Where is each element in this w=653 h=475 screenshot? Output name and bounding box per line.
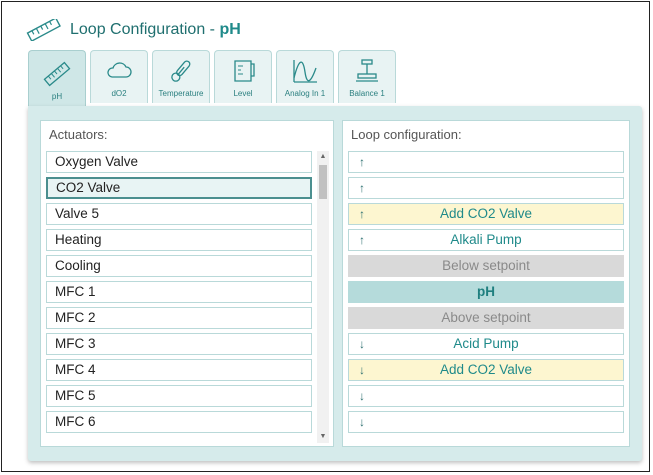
below-setpoint-separator: Below setpoint bbox=[348, 255, 624, 277]
ruler-icon bbox=[26, 19, 61, 41]
loop-variable-label: pH bbox=[348, 281, 624, 303]
down-arrow-icon: ↓ bbox=[359, 337, 365, 351]
slot-label: Add CO2 Valve bbox=[439, 206, 533, 221]
slot-below-1[interactable]: ↓ Acid Pump bbox=[348, 333, 624, 355]
tab-ph[interactable]: pH bbox=[28, 50, 86, 106]
loop-slots: ↑ ↑ ↑ Add CO2 Valve ↑ Alkali Pump Below se… bbox=[348, 151, 624, 437]
actuator-item[interactable]: MFC 5 bbox=[46, 385, 312, 407]
actuators-box: Actuators: Oxygen Valve CO2 Valve Valve … bbox=[40, 120, 334, 447]
scrollbar-thumb[interactable] bbox=[319, 165, 327, 199]
slot-above-2[interactable]: ↑ bbox=[348, 177, 624, 199]
actuator-item[interactable]: MFC 3 bbox=[46, 333, 312, 355]
actuator-item-selected[interactable]: CO2 Valve bbox=[46, 177, 312, 199]
cloud-icon bbox=[107, 62, 132, 78]
actuator-item[interactable]: MFC 4 bbox=[46, 359, 312, 381]
up-arrow-icon: ↑ bbox=[359, 207, 365, 221]
up-arrow-icon: ↑ bbox=[359, 233, 365, 247]
up-arrow-icon: ↑ bbox=[359, 181, 365, 195]
scroll-down-arrow-icon[interactable]: ▼ bbox=[317, 431, 329, 443]
tab-analog-in-1[interactable]: Analog In 1 bbox=[276, 50, 334, 103]
actuator-item[interactable]: Valve 5 bbox=[46, 203, 312, 225]
waveform-icon bbox=[293, 60, 317, 83]
actuators-list: Oxygen Valve CO2 Valve Valve 5 Heating C… bbox=[46, 151, 312, 437]
loop-configuration-box: Loop configuration: ↑ ↑ ↑ Add CO2 Valve ↑… bbox=[342, 120, 630, 447]
up-arrow-icon: ↑ bbox=[359, 155, 365, 169]
window-header: Loop Configuration - pH bbox=[26, 18, 241, 42]
tab-ph-label: pH bbox=[51, 92, 63, 101]
tab-balance-1-label: Balance 1 bbox=[349, 89, 385, 98]
down-arrow-icon: ↓ bbox=[359, 363, 365, 377]
actuator-item[interactable]: Cooling bbox=[46, 255, 312, 277]
actuator-item[interactable]: MFC 2 bbox=[46, 307, 312, 329]
tab-content-panel: Actuators: Oxygen Valve CO2 Valve Valve … bbox=[28, 106, 642, 461]
slot-label: Acid Pump bbox=[453, 336, 519, 351]
actuator-item[interactable]: Heating bbox=[46, 229, 312, 251]
thermometer-icon bbox=[171, 60, 191, 82]
slot-below-4[interactable]: ↓ bbox=[348, 411, 624, 433]
title-loop-name: pH bbox=[219, 21, 241, 38]
tab-do2-label: dO2 bbox=[111, 89, 127, 98]
tab-balance-1[interactable]: Balance 1 bbox=[338, 50, 396, 103]
loop-configuration-window: Loop Configuration - pH pH dO2 Temperatu… bbox=[1, 1, 650, 472]
tab-level[interactable]: Level bbox=[214, 50, 272, 103]
slot-label: Add CO2 Valve bbox=[439, 362, 533, 377]
loop-tabs: pH dO2 Temperature Level Analog In 1 Bal… bbox=[28, 50, 396, 106]
title-prefix: Loop Configuration - bbox=[70, 21, 220, 38]
actuators-title: Actuators: bbox=[49, 127, 108, 142]
tab-do2[interactable]: dO2 bbox=[90, 50, 148, 103]
slot-above-1[interactable]: ↑ bbox=[348, 151, 624, 173]
slot-below-3[interactable]: ↓ bbox=[348, 385, 624, 407]
actuator-item[interactable]: Oxygen Valve bbox=[46, 151, 312, 173]
slot-label: Alkali Pump bbox=[450, 232, 522, 247]
above-setpoint-separator: Above setpoint bbox=[348, 307, 624, 329]
tab-level-label: Level bbox=[233, 89, 253, 98]
slot-above-3[interactable]: ↑ Add CO2 Valve bbox=[348, 203, 624, 225]
actuator-item[interactable]: MFC 1 bbox=[46, 281, 312, 303]
scroll-up-arrow-icon[interactable]: ▲ bbox=[317, 151, 329, 163]
balance-icon bbox=[356, 59, 378, 82]
slot-below-2[interactable]: ↓ Add CO2 Valve bbox=[348, 359, 624, 381]
loop-configuration-title: Loop configuration: bbox=[351, 127, 462, 142]
actuator-item[interactable]: MFC 6 bbox=[46, 411, 312, 433]
actuators-scrollbar[interactable]: ▲ ▼ bbox=[317, 151, 329, 443]
slot-above-4[interactable]: ↑ Alkali Pump bbox=[348, 229, 624, 251]
tab-temperature[interactable]: Temperature bbox=[152, 50, 210, 103]
tab-temperature-label: Temperature bbox=[158, 89, 204, 98]
window-title: Loop Configuration - pH bbox=[70, 21, 241, 39]
down-arrow-icon: ↓ bbox=[359, 389, 365, 403]
down-arrow-icon: ↓ bbox=[359, 415, 365, 429]
ruler-icon bbox=[43, 61, 71, 87]
beaker-icon bbox=[234, 60, 255, 82]
tab-analog-in-1-label: Analog In 1 bbox=[284, 89, 326, 98]
